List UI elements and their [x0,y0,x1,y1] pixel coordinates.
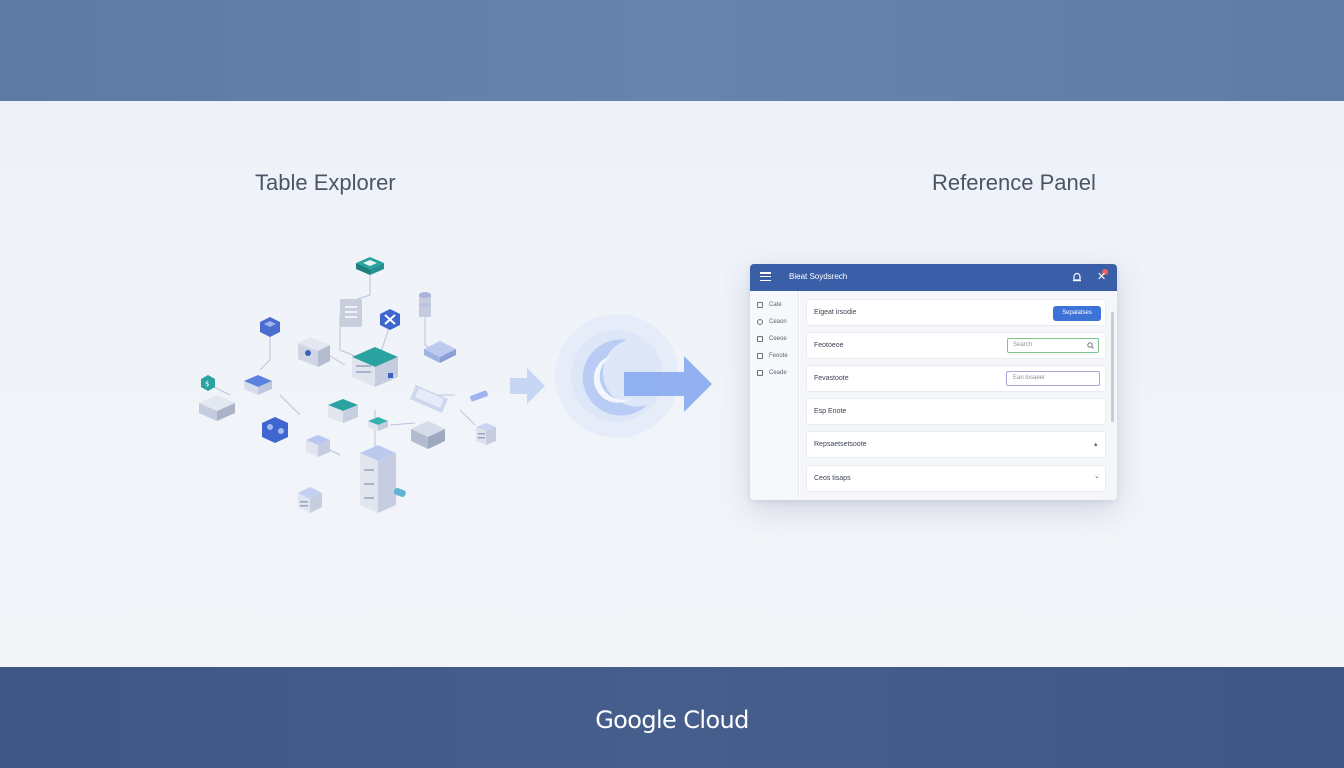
row-label: Feotoeoe [814,342,844,349]
notification-bell-icon[interactable] [1072,272,1082,283]
document-card-icon [340,299,362,327]
hex-node-icon [260,317,280,337]
panel-sidebar: Cate Ceaon Ceeoe Feoote Ceade [750,291,799,500]
sidebar-item-2[interactable]: Ceaon [757,316,787,328]
search-icon [1087,342,1094,349]
form-row-2: Feotoeoe Search [806,332,1106,359]
hamburger-menu-icon[interactable] [760,272,771,282]
teal-box-icon [328,399,358,423]
transform-swirl-icon [555,314,712,438]
footer-band: Google Cloud [0,667,1344,768]
teal-chip-icon [356,257,384,275]
form-row-1: Eigeat irsodie Sepalatses [806,299,1106,326]
svg-text:$: $ [205,380,209,388]
tall-stack-icon [360,445,406,513]
panel-body: Eigeat irsodie Sepalatses Feotoeoe Searc… [800,291,1117,500]
row-label: Esp Enote [814,408,847,415]
device-icon [410,385,488,413]
primary-action-button[interactable]: Sepalatses [1053,306,1101,321]
row-label: Ceos tisaps [814,475,851,482]
top-band [0,0,1344,101]
central-table-icon [352,347,398,387]
close-icon[interactable]: ✕ [1097,270,1106,284]
small-box-icon [306,435,330,457]
folder-icon [757,370,763,376]
sidebar-item-label: Cate [769,302,782,308]
table-explorer-illustration: $ [199,257,496,513]
form-row-3: Fevastoote Ean losaeer [806,365,1106,392]
layered-box-icon [411,421,445,449]
google-cloud-logo: Google Cloud [595,705,749,734]
form-row-6[interactable]: Ceos tisaps ⌄ [806,465,1106,492]
chevron-up-icon: ▴ [1094,441,1098,448]
small-cube-icon [424,341,456,363]
puzzle-icon [262,417,288,443]
right-stack-icon [476,423,496,445]
sidebar-item-label: Ceeoe [769,336,787,342]
page-icon [757,302,763,308]
form-row-5[interactable]: Repsaetsetsoote ▴ [806,431,1106,458]
form-row-4[interactable]: Esp Enote [806,398,1106,425]
flow-arrow-icon [510,368,545,404]
table-explorer-title: Table Explorer [255,170,396,195]
sidebar-item-1[interactable]: Cate [757,299,782,311]
cross-badge-icon [380,309,400,330]
bottom-stack-icon [298,487,322,513]
panel-header: Bieat Soydsrech ✕ [750,264,1117,291]
reference-panel-title: Reference Panel [932,170,1096,195]
text-input[interactable]: Ean losaeer [1006,371,1100,386]
reference-panel-window: Bieat Soydsrech ✕ Cate Ceaon Ceeoe Feoot… [750,264,1117,500]
search-placeholder: Search [1013,342,1033,348]
tiny-teal-icon [368,417,388,431]
database-cylinder-icon [419,292,431,317]
sidebar-item-3[interactable]: Ceeoe [757,333,787,345]
sidebar-item-5[interactable]: Ceade [757,367,787,379]
row-label: Repsaetsetsoote [814,441,867,448]
panel-title: Bieat Soydsrech [789,272,848,281]
search-input[interactable]: Search [1007,338,1099,353]
list-icon [757,353,763,359]
scrollbar[interactable] [1111,312,1114,422]
gear-icon [757,319,763,325]
sidebar-item-label: Ceaon [769,319,787,325]
sidebar-item-4[interactable]: Feoote [757,350,788,362]
chevron-down-icon: ⌄ [1094,473,1100,480]
server-block-icon [298,337,330,367]
sidebar-item-label: Ceade [769,370,787,376]
row-label: Fevastoote [814,375,849,382]
text-placeholder: Ean losaeer [1013,375,1046,381]
sidebar-item-label: Feoote [769,353,788,359]
green-badge-icon: $ [201,375,215,391]
grid-icon [757,336,763,342]
row-label: Eigeat irsodie [814,309,857,316]
